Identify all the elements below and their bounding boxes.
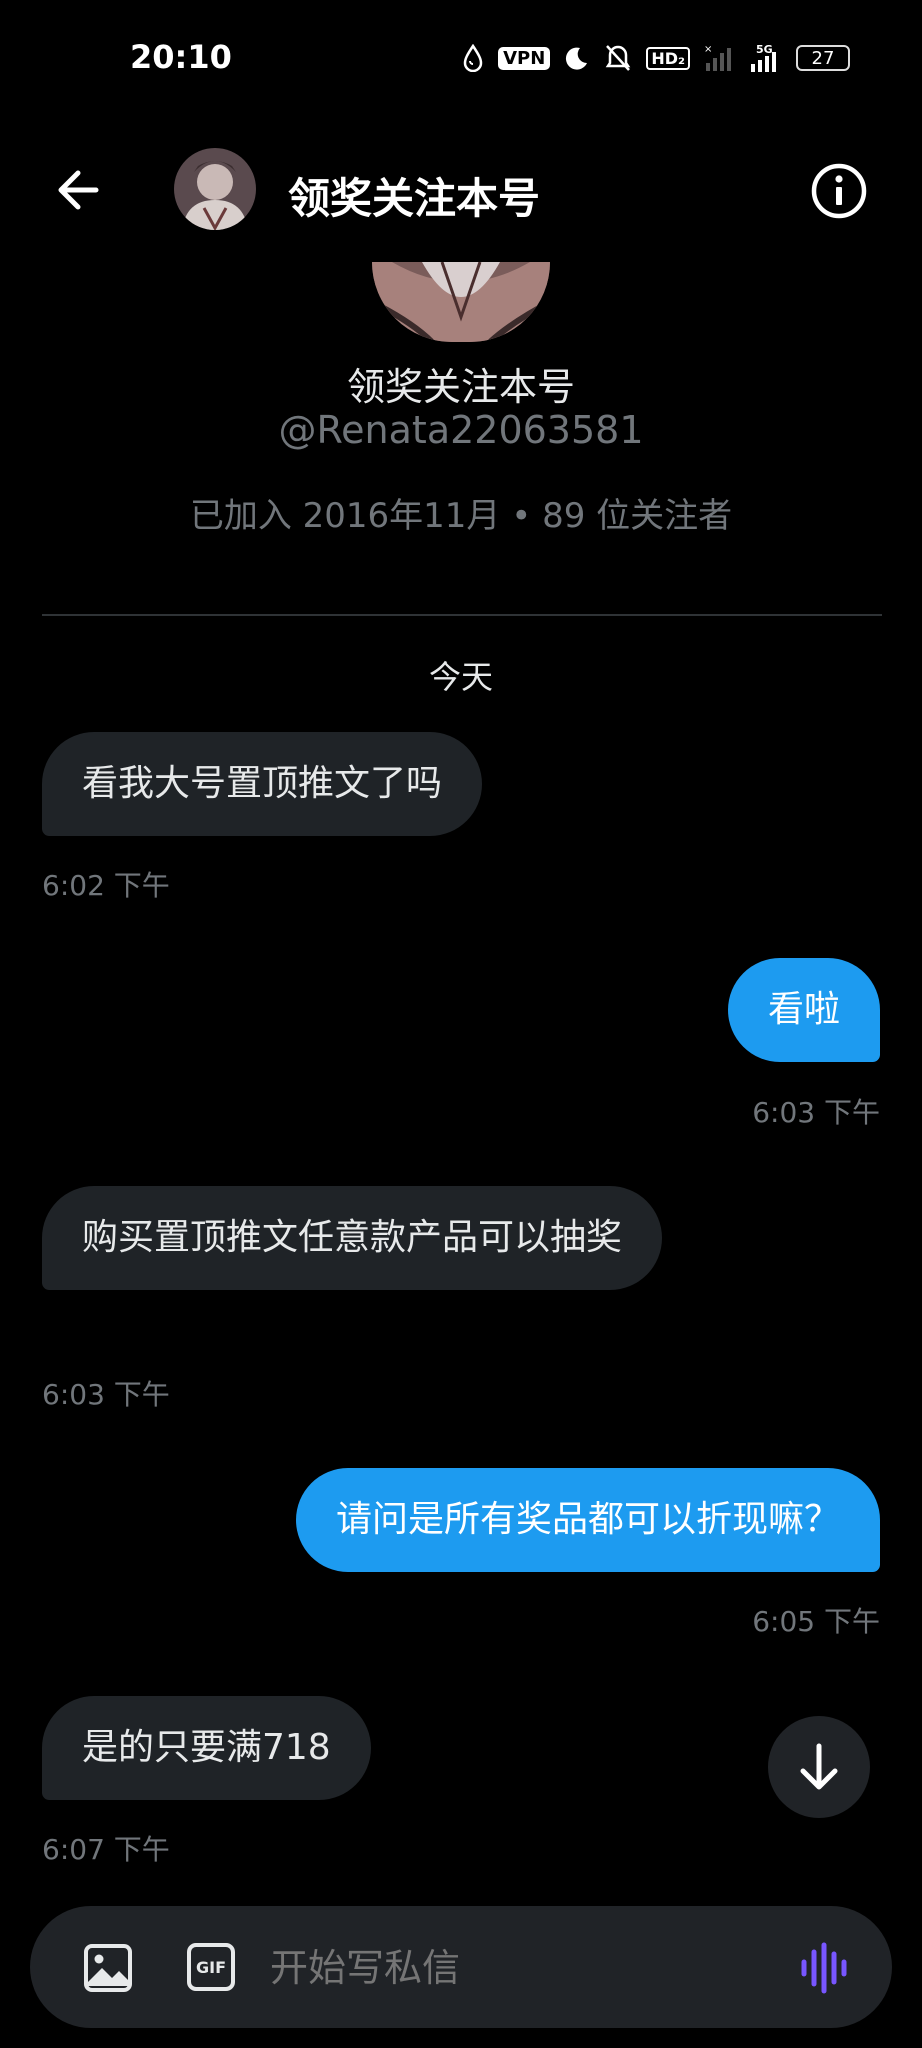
profile-meta: 已加入 2016年11月 • 89 位关注者: [189, 496, 733, 536]
message-bubble-sent[interactable]: 请问是所有奖品都可以折现嘛？: [295, 1468, 880, 1572]
day-separator: 今天: [428, 658, 493, 696]
image-icon[interactable]: [82, 1942, 134, 1994]
info-icon[interactable]: [810, 162, 868, 220]
svg-text:5G: 5G: [756, 43, 773, 56]
vpn-badge: VPN: [498, 46, 551, 70]
message-bubble-received[interactable]: 是的只要满718: [42, 1696, 371, 1800]
back-arrow-icon[interactable]: [52, 160, 112, 220]
gif-button[interactable]: GIF: [186, 1942, 236, 1992]
message-time: 6:05 下午: [752, 1605, 880, 1638]
data-saver-icon: [463, 44, 483, 72]
do-not-disturb-icon: [566, 47, 588, 70]
profile-handle[interactable]: @Renata22063581: [0, 408, 922, 452]
battery-level: 27: [811, 47, 835, 69]
status-time: 20:10: [130, 38, 232, 76]
gif-label: GIF: [195, 1957, 226, 1977]
message-time: 6:02 下午: [42, 869, 170, 902]
message-time: 6:03 下午: [42, 1378, 170, 1411]
scroll-to-bottom-button[interactable]: [768, 1716, 870, 1818]
message-bubble-received[interactable]: 看我大号置顶推文了吗: [42, 732, 483, 836]
signal-5g-icon: 5G: [751, 43, 776, 72]
mute-icon: [605, 45, 631, 71]
header-avatar[interactable]: [174, 148, 256, 230]
hd-badge: HD₂: [646, 46, 690, 70]
message-bubble-received[interactable]: 购买置顶推文任意款产品可以抽奖: [42, 1186, 662, 1290]
signal-sim1-icon: ×: [704, 44, 731, 71]
message-composer: GIF: [30, 1906, 892, 2028]
conversation-title: 领奖关注本号: [288, 174, 541, 223]
profile-avatar[interactable]: [372, 262, 550, 342]
message-time: 6:03 下午: [752, 1096, 880, 1129]
divider: [42, 614, 882, 616]
message-time: 6:07 下午: [42, 1833, 170, 1866]
svg-text:×: ×: [704, 44, 712, 55]
message-bubble-sent[interactable]: 看啦: [727, 958, 880, 1062]
voice-message-icon[interactable]: [798, 1940, 854, 1996]
battery-icon: 27: [796, 45, 850, 71]
arrow-down-icon: [800, 1743, 838, 1790]
profile-name[interactable]: 领奖关注本号: [0, 356, 922, 411]
status-icons: VPN HD₂ × 5G 27: [462, 38, 850, 78]
message-input[interactable]: [270, 1942, 770, 1994]
